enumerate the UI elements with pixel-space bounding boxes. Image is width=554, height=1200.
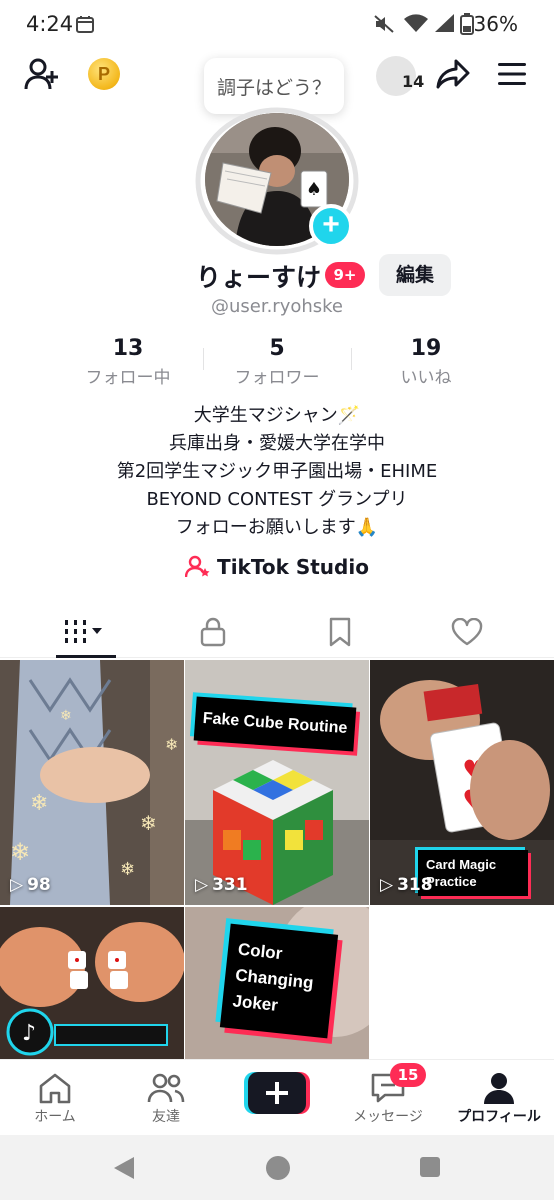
bio-line: 第2回学生マジック甲子園出場・EHIME	[116, 461, 438, 482]
nav-label: 友達	[152, 1109, 180, 1125]
studio-label: TikTok Studio	[217, 555, 369, 579]
video-thumbnail[interactable]: Color Changing Joker	[185, 907, 369, 1060]
svg-text:❄: ❄	[165, 735, 178, 754]
nav-label: ホーム	[34, 1109, 76, 1125]
messages-badge: 15	[390, 1063, 426, 1087]
plus-icon: +	[322, 208, 340, 241]
svg-text:❄: ❄	[140, 811, 157, 835]
tab-saved[interactable]	[271, 608, 409, 656]
username: @user.ryohske	[210, 296, 344, 317]
create-plus-icon	[244, 1072, 310, 1114]
calendar-icon	[76, 15, 94, 37]
mute-icon	[373, 14, 395, 38]
hamburger-icon	[498, 63, 526, 85]
bio-line: フォローお願いします🙏	[175, 517, 379, 538]
stat-value: 5	[269, 336, 285, 361]
nav-messages[interactable]: メッセージ	[333, 1060, 443, 1136]
status-time: 4:24	[26, 12, 74, 36]
svg-text:♪: ♪	[22, 1021, 36, 1046]
play-icon: ▷	[195, 875, 209, 895]
bookmark-icon	[329, 617, 351, 647]
video-overlay-title: Card Magic Practice	[418, 850, 528, 896]
nav-profile[interactable]: プロフィール	[444, 1060, 554, 1136]
add-friend-button[interactable]	[22, 56, 62, 92]
stats-row: 13 フォロー中 5 フォロワー 19 いいね	[0, 336, 554, 392]
svg-text:❄: ❄	[120, 859, 135, 880]
bio-line: 兵庫出身・愛媛大学在学中	[169, 433, 385, 454]
grid-icon	[65, 620, 102, 643]
profile-views-count: 14	[402, 72, 425, 91]
bottom-nav: ホーム 友達 メッセージ プロフィール	[0, 1059, 554, 1135]
svg-text:♠: ♠	[306, 179, 322, 200]
recents-icon[interactable]	[419, 1156, 441, 1178]
nav-home[interactable]: ホーム	[0, 1060, 110, 1136]
play-icon: ▷	[380, 875, 394, 895]
video-thumbnail[interactable]: ♪	[0, 907, 184, 1060]
mood-bubble-text: 調子はどう？	[216, 76, 331, 99]
stat-value: 13	[112, 336, 144, 361]
video-thumbnail[interactable]: Fake Cube Routine ▷ 331	[185, 660, 369, 905]
battery-icon	[460, 13, 474, 39]
system-nav-bar	[0, 1135, 554, 1200]
back-icon[interactable]	[112, 1155, 136, 1181]
nav-friends[interactable]: 友達	[111, 1060, 221, 1136]
svg-text:❄: ❄	[10, 838, 30, 866]
stat-label: いいね	[400, 368, 452, 388]
lock-icon	[200, 617, 226, 647]
add-person-icon	[24, 58, 58, 90]
wifi-icon	[403, 13, 429, 37]
svg-text:❄: ❄	[30, 791, 48, 816]
status-bar: 4:24 36%	[0, 0, 554, 48]
edit-profile-button[interactable]: 編集	[379, 254, 451, 296]
add-story-button[interactable]: +	[309, 204, 353, 248]
home-icon	[39, 1073, 71, 1104]
stat-followers[interactable]: 5 フォロワー	[207, 336, 347, 388]
nav-label: プロフィール	[457, 1109, 541, 1125]
battery-percent: 36%	[473, 12, 518, 36]
tab-private[interactable]	[144, 608, 282, 656]
stat-label: フォロワー	[234, 368, 320, 388]
active-tab-indicator	[56, 655, 116, 658]
view-count: ▷ 318	[380, 875, 433, 895]
menu-button[interactable]	[494, 58, 530, 90]
create-button[interactable]	[244, 1072, 310, 1114]
tiktok-studio-link[interactable]: TikTok Studio	[0, 555, 554, 579]
display-name: りょーすけ	[196, 263, 322, 292]
stat-label: フォロー中	[85, 368, 171, 388]
friends-icon	[147, 1073, 185, 1103]
notification-badge[interactable]: 9+	[325, 262, 365, 288]
svg-text:❄: ❄	[60, 708, 72, 724]
view-count: ▷ 331	[195, 875, 248, 895]
profile-icon	[484, 1073, 514, 1104]
coin-button[interactable]: P	[88, 58, 120, 90]
share-button[interactable]	[434, 56, 472, 92]
stat-divider	[351, 348, 352, 370]
stat-likes[interactable]: 19 いいね	[356, 336, 496, 388]
video-overlay-title: Color Changing Joker	[219, 923, 339, 1039]
stat-value: 19	[410, 336, 442, 361]
tab-videos[interactable]	[17, 608, 155, 656]
coin-icon: P	[97, 63, 110, 84]
view-count: ▷ 98	[10, 875, 51, 895]
share-arrow-icon	[436, 59, 470, 89]
tab-liked[interactable]	[398, 608, 536, 656]
signal-icon	[433, 13, 455, 37]
mood-bubble[interactable]: 調子はどう？	[204, 58, 344, 114]
stat-following[interactable]: 13 フォロー中	[58, 336, 198, 388]
bio-line: 大学生マジシャン🪄	[193, 405, 361, 426]
studio-person-star-icon	[185, 555, 210, 578]
bio-line: BEYOND CONTEST グランプリ	[146, 489, 408, 510]
stat-divider	[203, 348, 204, 370]
play-icon: ▷	[10, 875, 24, 895]
video-thumbnail[interactable]: ♥♥ ♥♥ Card Magic Practice ▷318	[370, 660, 554, 905]
home-circle-icon[interactable]	[265, 1155, 291, 1181]
name-row: りょーすけ 9+ 編集	[0, 254, 554, 296]
bio: 大学生マジシャン🪄 兵庫出身・愛媛大学在学中 第2回学生マジック甲子園出場・EH…	[0, 402, 554, 542]
video-thumbnail[interactable]: ❄ ❄ ❄ ❄ ❄ ❄ ▷ 98	[0, 660, 184, 905]
heart-icon	[451, 618, 483, 646]
nav-label: メッセージ	[353, 1109, 423, 1125]
video-grid: ❄❄ ❄❄ ❄❄ ▷98 Fake Cube Routine ▷331	[0, 660, 554, 1060]
content-tabs	[0, 608, 554, 658]
